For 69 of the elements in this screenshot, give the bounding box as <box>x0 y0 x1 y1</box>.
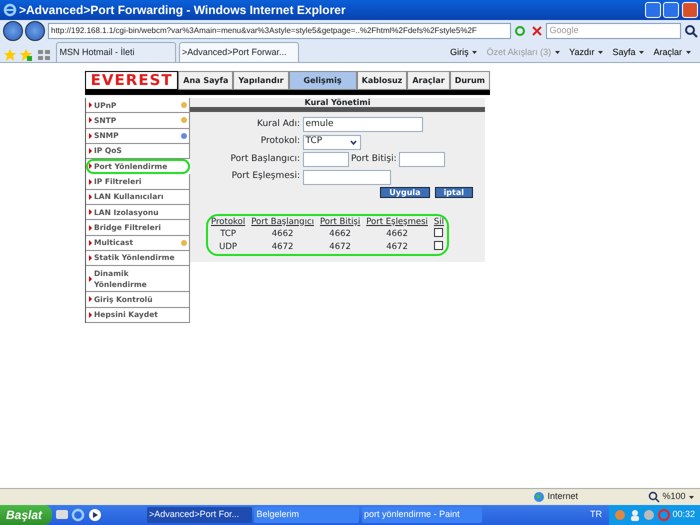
nav-tab[interactable]: Araçlar <box>407 71 450 90</box>
input-field[interactable]: emule <box>302 117 422 132</box>
browser-tab[interactable]: MSN Hotmail - İleti <box>56 42 176 62</box>
media-icon[interactable] <box>88 508 102 522</box>
table-cell: 4672 <box>316 241 364 254</box>
column-header: Sil <box>430 216 448 228</box>
nav-tab[interactable]: Gelişmiş <box>288 71 357 90</box>
taskbar-button[interactable]: Belgelerim <box>254 507 360 523</box>
field-label: Port Başlangıcı: <box>230 152 300 166</box>
caret-icon[interactable] <box>688 494 695 500</box>
field-label: Protokol: <box>260 135 300 148</box>
toolbar-button[interactable]: Giriş <box>450 46 478 62</box>
window-title: >Advanced>Port Forwarding - Windows Internet Explorer <box>19 2 347 19</box>
nav-tab[interactable]: Durum <box>450 71 490 90</box>
nav-tab[interactable]: Ana Sayfa <box>178 71 234 90</box>
forward-button[interactable] <box>25 20 45 40</box>
toolbar-button[interactable]: Yazdır <box>569 46 604 62</box>
input-field[interactable] <box>302 152 348 167</box>
caret-icon[interactable] <box>684 49 692 56</box>
action-button[interactable]: iptal <box>434 186 473 198</box>
caret-icon[interactable] <box>638 49 645 56</box>
close-button[interactable] <box>682 2 698 18</box>
caret-icon[interactable] <box>348 138 358 146</box>
column-header: Port Bitişi <box>316 216 364 228</box>
table-cell: 4672 <box>248 241 317 254</box>
logo: EVEREST <box>85 71 178 90</box>
zoom-icon[interactable] <box>648 491 660 503</box>
star-icon[interactable] <box>2 48 16 62</box>
user-icon[interactable] <box>628 509 641 521</box>
checkbox[interactable] <box>434 241 444 250</box>
input-field[interactable] <box>399 152 446 167</box>
checkbox[interactable] <box>434 228 444 238</box>
column-header: Port Başlangıcı <box>248 216 317 228</box>
search-icon[interactable] <box>684 24 698 38</box>
close-icon[interactable] <box>530 24 544 38</box>
table-cell-text: 4662 <box>328 228 352 242</box>
nav-tab[interactable]: Yapılandır <box>233 71 289 90</box>
clock: 00:32 <box>672 508 695 522</box>
globe-icon[interactable] <box>532 491 545 503</box>
field-label: Port Bitişi: <box>351 152 397 166</box>
column-header: Protokol <box>208 216 248 228</box>
back-button[interactable] <box>2 20 22 40</box>
input-field[interactable] <box>302 170 390 184</box>
toolbar-button[interactable]: Sayfa <box>612 46 645 62</box>
taskbar-button[interactable]: port yönlendirme - Paint <box>362 507 482 523</box>
ie-logo-icon[interactable] <box>2 3 16 17</box>
caret-icon[interactable] <box>596 49 604 56</box>
minimize-button[interactable] <box>644 2 660 18</box>
language-indicator[interactable]: TR <box>590 508 602 522</box>
toolbar-button[interactable]: Araçlar <box>653 46 692 62</box>
table-cell: 4672 <box>363 241 431 254</box>
address-field[interactable]: http://192.168.1.1/cgi-bin/webcm?var%3Amain=menu&var%3Astyle=style5&getpage=..%2Fhtml%2Fdefs%2Fstyle5%2F <box>48 22 510 38</box>
zoom-level[interactable]: %100 <box>662 490 686 504</box>
caret-icon[interactable] <box>471 49 478 56</box>
protocol-dropdown[interactable]: TCP <box>302 134 360 150</box>
table-cell-text: 4662 <box>270 228 294 242</box>
browser-tab[interactable]: >Advanced>Port Forwar... <box>178 42 298 62</box>
nav-tab[interactable]: Kablosuz <box>356 71 408 90</box>
column-header: Port Eşleşmesi <box>363 216 431 228</box>
maximize-button[interactable] <box>663 2 679 18</box>
field-label: Port Eşleşmesi: <box>230 170 300 184</box>
panel-title: Kural Yönetimi <box>190 98 485 112</box>
table-cell: TCP <box>208 228 248 242</box>
taskbar-button[interactable]: >Advanced>Port For... <box>146 507 252 523</box>
action-button[interactable]: Uygula <box>380 186 430 198</box>
zone-label: Internet <box>547 490 578 504</box>
table-cell-text: 4662 <box>385 228 409 242</box>
table-cell: UDP <box>208 241 248 254</box>
field-label: Kural Adı: <box>256 118 300 131</box>
